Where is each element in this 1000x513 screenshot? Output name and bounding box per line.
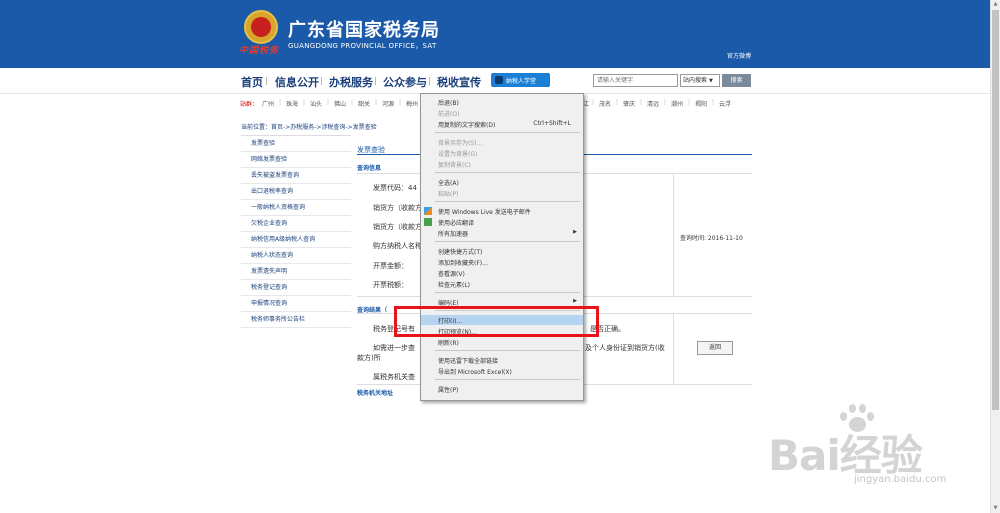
menu-item-forward[interactable]: 前进(O) — [421, 108, 583, 118]
sidebar-item[interactable]: 发票查验 — [241, 136, 351, 152]
sidebar-item[interactable]: 申报情况查询 — [241, 296, 351, 312]
watermark-url: jingyan.baidu.com — [854, 474, 947, 485]
taxpayer-school-button[interactable]: 纳税人学堂 — [491, 73, 550, 87]
menu-item-refresh[interactable]: 刷新(R) — [421, 337, 583, 347]
menu-item-back[interactable]: 后退(B) — [421, 97, 583, 107]
chevron-right-icon: ▶ — [573, 229, 577, 235]
translate-icon — [424, 218, 432, 226]
search-button[interactable]: 搜索 — [722, 74, 751, 87]
menu-item-paste[interactable]: 粘贴(P) — [421, 188, 583, 198]
search-scope-select[interactable]: 站内搜索 ▼ — [680, 74, 720, 87]
scroll-thumb[interactable] — [992, 10, 999, 410]
menu-item-select-all[interactable]: 全选(A) — [421, 177, 583, 187]
baidu-watermark: Bai经验 jingyan.baidu.com — [768, 402, 968, 502]
sidebar-item[interactable]: 纳税人状态查询 — [241, 248, 351, 264]
nav-item-promotion[interactable]: 税收宣传 — [437, 74, 481, 90]
scroll-up-icon[interactable]: ▲ — [991, 0, 1000, 9]
site-title[interactable]: 广东省国家税务局 — [288, 16, 440, 42]
invoice-code-field: 发票代码：44 — [373, 184, 417, 192]
sidebar-item[interactable]: 发票遗失声明 — [241, 264, 351, 280]
nav-item-tax-service[interactable]: 办税服务 — [329, 74, 373, 90]
seller-field: 销货方（收款方 — [373, 204, 422, 212]
query-time: 查询时间: 2016-11-10 — [680, 235, 743, 242]
result-text: 及个人身份证到销货方(收 — [585, 344, 665, 352]
city-link[interactable]: 云浮 — [719, 99, 731, 108]
search-input[interactable] — [593, 74, 678, 87]
result-text: 款方)所 — [357, 354, 381, 362]
site-header: 中国税务 广东省国家税务局 GUANGDONG PROVINCIAL OFFIC… — [0, 0, 990, 68]
city-link[interactable]: 汕头 — [310, 99, 322, 108]
sidebar-item[interactable]: 税务师事务所公告栏 — [241, 312, 351, 328]
menu-item-add-favorites[interactable]: 添加到收藏夹(F)... — [421, 257, 583, 267]
info-divider — [673, 173, 674, 297]
city-bar-label: 站群： — [240, 101, 259, 108]
vertical-scrollbar[interactable]: ▲ ▼ — [990, 0, 1000, 513]
menu-item-search-copied[interactable]: 用复制的文字搜索(D) Ctrl+Shift+L — [421, 119, 583, 129]
menu-item-windows-live-email[interactable]: 使用 Windows Live 发送电子邮件 — [421, 206, 583, 216]
menu-item-view-source[interactable]: 查看源(V) — [421, 268, 583, 278]
city-link[interactable]: 河源 — [382, 99, 394, 108]
menu-item-export-excel[interactable]: 导出到 Microsoft Excel(X) — [421, 366, 583, 376]
menu-item-copy-background[interactable]: 复制背景(C) — [421, 159, 583, 169]
menu-item-inspect-element[interactable]: 检查元素(L) — [421, 279, 583, 289]
city-link[interactable]: 肇庆 — [623, 99, 635, 108]
sidebar-item[interactable]: 出口退税率查询 — [241, 184, 351, 200]
sidebar-item[interactable]: 欠税企业查询 — [241, 216, 351, 232]
scroll-down-icon[interactable]: ▼ — [991, 504, 1000, 513]
result-divider — [673, 313, 674, 385]
tax-amount-field: 开票税额： — [373, 281, 408, 289]
sidebar-item[interactable]: 纳税信用A级纳税人查询 — [241, 232, 351, 248]
chevron-down-icon: ▼ — [709, 78, 713, 84]
school-icon — [495, 76, 503, 84]
result-text: 如需进一步查 — [373, 344, 415, 352]
sidebar-item[interactable]: 丢失被盗发票查询 — [241, 168, 351, 184]
city-link[interactable]: 梅州 — [406, 99, 418, 108]
context-menu: 后退(B) 前进(O) 用复制的文字搜索(D) Ctrl+Shift+L 背景另存… — [420, 93, 584, 401]
menu-item-accelerators[interactable]: 所有加速器 ▶ — [421, 228, 583, 238]
city-link[interactable]: 潮州 — [671, 99, 683, 108]
result-text: 属税务机关查 — [373, 373, 415, 381]
menu-item-thunder-download[interactable]: 使用迅雷下载全部链接 — [421, 355, 583, 365]
weibo-link[interactable]: 官方微博 — [727, 51, 751, 60]
back-button[interactable]: 返回 — [697, 341, 733, 355]
city-link[interactable]: 珠海 — [286, 99, 298, 108]
nav-item-info[interactable]: 信息公开 — [275, 74, 319, 90]
breadcrumb[interactable]: 当前位置：首页->办税服务->涉税查询->发票查验 — [241, 122, 377, 131]
menu-item-set-background[interactable]: 设置为背景(G) — [421, 148, 583, 158]
windows-live-icon — [424, 207, 432, 215]
city-link[interactable]: 揭阳 — [695, 99, 707, 108]
nav-item-home[interactable]: 首页 — [241, 74, 263, 90]
amount-field: 开票金额： — [373, 262, 408, 270]
city-link[interactable]: 佛山 — [334, 99, 346, 108]
logo-script: 中国税务 — [239, 46, 280, 56]
chevron-right-icon: ▶ — [573, 298, 577, 304]
sidebar-item[interactable]: 税务登记查询 — [241, 280, 351, 296]
sidebar-item[interactable]: 网络发票查验 — [241, 152, 351, 168]
buyer-name-field: 购方纳税人名称 — [373, 242, 422, 250]
city-link[interactable]: 广州 — [262, 99, 274, 108]
menu-item-create-shortcut[interactable]: 创建快捷方式(T) — [421, 246, 583, 256]
menu-item-bing-translate[interactable]: 使用必应翻译 — [421, 217, 583, 227]
sidebar: 发票查验 网络发票查验 丢失被盗发票查询 出口退税率查询 一般纳税人资格查询 欠… — [241, 135, 351, 328]
menu-item-properties[interactable]: 属性(P) — [421, 384, 583, 394]
query-info-label: 查询信息 — [357, 165, 382, 172]
annotation-highlight-box — [394, 306, 599, 337]
site-subtitle: GUANGDONG PROVINCIAL OFFICE，SAT — [288, 42, 437, 50]
menu-item-save-background[interactable]: 背景另存为(S)... — [421, 137, 583, 147]
city-link[interactable]: 茂名 — [599, 99, 611, 108]
city-link[interactable]: 韶关 — [358, 99, 370, 108]
seller-field: 销货方（收款方 — [373, 223, 422, 231]
city-link[interactable]: 清远 — [647, 99, 659, 108]
emblem-icon — [244, 10, 278, 44]
nav-item-public[interactable]: 公众参与 — [383, 74, 427, 90]
tax-office-label: 税务机关地址 — [357, 390, 394, 397]
sidebar-item[interactable]: 一般纳税人资格查询 — [241, 200, 351, 216]
